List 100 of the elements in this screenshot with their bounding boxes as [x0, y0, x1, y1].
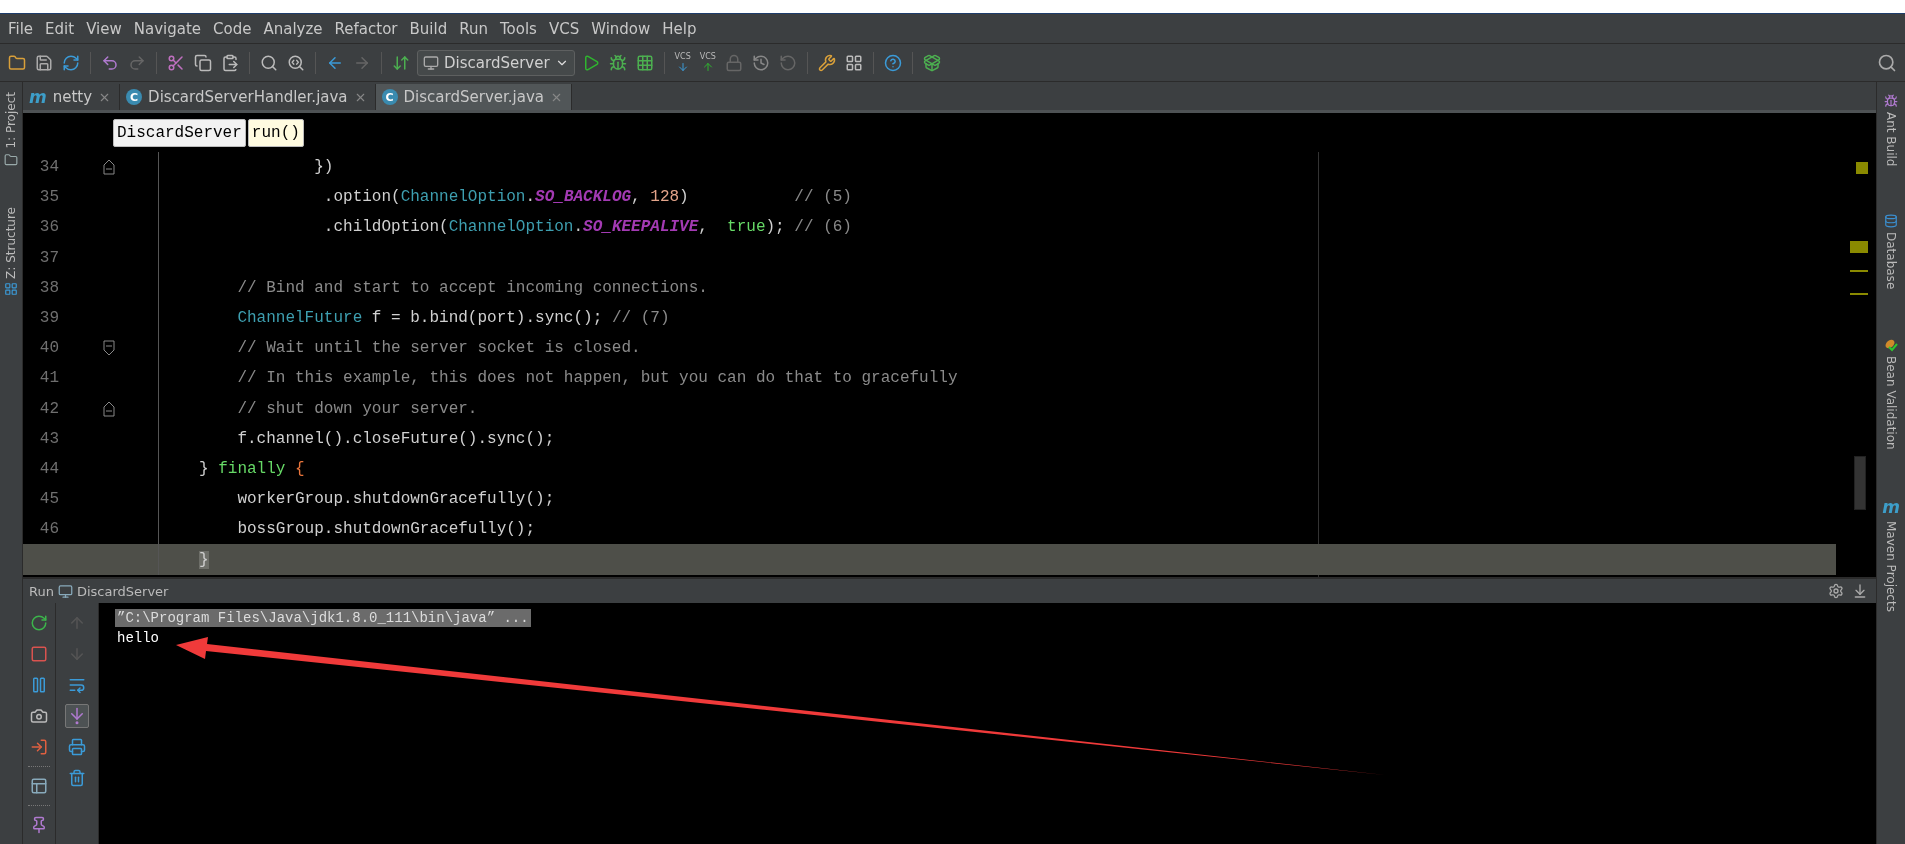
fold-marker-icon[interactable]: [102, 340, 115, 357]
line-number: 42: [38, 399, 59, 418]
menu-item[interactable]: Edit: [39, 19, 81, 38]
menu-item[interactable]: View: [80, 19, 128, 38]
search-icon: [260, 53, 278, 72]
warning-marker[interactable]: [1850, 241, 1868, 253]
wrap-icon: [68, 676, 86, 694]
code-line: // shut down your server.: [236, 399, 478, 418]
code-line: }): [313, 158, 334, 177]
editor-tab[interactable]: m netty: [23, 84, 121, 110]
tool-window-button[interactable]: Z: Structure: [4, 204, 18, 299]
arrow-up-icon: [701, 60, 714, 73]
printer-icon: [68, 738, 86, 756]
warning-marker[interactable]: [1850, 270, 1868, 272]
tool-window-button[interactable]: Database: [1884, 212, 1898, 292]
menu-item[interactable]: Window: [585, 19, 657, 38]
ant-icon: [1884, 94, 1898, 108]
tool-window-button[interactable]: Bean Validation: [1884, 335, 1898, 452]
menu-item[interactable]: Code: [207, 19, 258, 38]
menu-item[interactable]: Refactor: [328, 19, 404, 38]
tool-window-button[interactable]: 1: Project: [4, 90, 18, 169]
code-line: bossGroup.shutdownGracefully();: [236, 520, 536, 539]
warning-marker[interactable]: [1856, 162, 1868, 174]
line-number: 40: [38, 339, 59, 358]
tab-label: DiscardServer.java: [403, 88, 544, 106]
module-icon: m: [29, 87, 47, 107]
scroll-to-end-button[interactable]: [65, 704, 89, 728]
breadcrumb[interactable]: run(): [247, 118, 304, 147]
layout-icon: [30, 777, 48, 795]
wrench-icon: [817, 53, 836, 72]
search-icon: [1877, 52, 1897, 73]
redo-icon: [128, 53, 146, 72]
line-number: 44: [38, 459, 59, 478]
scroll-end-icon: [68, 707, 86, 725]
line-number: 36: [38, 218, 59, 237]
revert-icon: [778, 53, 797, 72]
vcs-update-button[interactable]: VCS: [672, 50, 693, 75]
code-line: // Wait until the server socket is closed.: [236, 339, 641, 358]
code-line: // In this example, this does not happen, but you can do that to gracefully: [236, 369, 958, 388]
menu-item[interactable]: Tools: [493, 19, 543, 38]
gear-icon: [1828, 583, 1844, 599]
fold-marker-icon[interactable]: [102, 400, 115, 417]
code-line: .option(ChannelOption.SO_BACKLOG, 128) // (5): [322, 188, 852, 207]
undo-icon: [101, 53, 119, 72]
breadcrumb[interactable]: DiscardServer: [113, 118, 246, 147]
grid-icon: [844, 53, 863, 72]
code-line: workerGroup.shutdownGracefully();: [236, 490, 555, 509]
exit-icon: [30, 738, 48, 756]
run-config-name: DiscardServer: [76, 583, 169, 599]
line-number: 46: [38, 520, 59, 539]
pin-icon: [30, 816, 48, 834]
editor-tab[interactable]: C DiscardServer.java: [375, 84, 572, 110]
window-icon: [57, 583, 73, 599]
scrollbar-thumb[interactable]: [1854, 456, 1866, 510]
code-line: .childOption(ChannelOption.SO_KEEPALIVE, true); // (6): [322, 218, 852, 237]
tab-label: DiscardServerHandler.java: [148, 88, 348, 106]
run-config-dropdown[interactable]: DiscardServer: [417, 49, 575, 76]
help-icon: [883, 53, 902, 72]
bean-check-icon: [1884, 337, 1898, 352]
lock-icon: [724, 53, 743, 72]
fold-marker-icon[interactable]: [102, 159, 115, 176]
menu-item[interactable]: Navigate: [127, 19, 208, 38]
line-number: 38: [38, 278, 59, 297]
bug-icon: [608, 53, 627, 72]
copy-icon: [194, 53, 212, 72]
menu-item[interactable]: File: [2, 19, 40, 38]
tool-window-button[interactable]: m Maven Projects: [1882, 495, 1900, 615]
line-number: 37: [38, 248, 59, 267]
structure-icon: [4, 282, 18, 297]
tool-window-button[interactable]: Ant Build: [1884, 92, 1898, 169]
class-icon: C: [126, 89, 143, 105]
menu-item[interactable]: VCS: [542, 19, 586, 38]
database-icon: [1884, 214, 1898, 229]
build-icon: [392, 53, 410, 72]
class-icon: C: [381, 89, 398, 105]
line-number: 39: [38, 309, 59, 328]
pause-icon: [30, 676, 48, 694]
line-number: 34: [38, 158, 59, 177]
menu-item[interactable]: Analyze: [257, 19, 329, 38]
menu-item[interactable]: Build: [403, 19, 454, 38]
warning-marker[interactable]: [1850, 293, 1868, 295]
menu-item[interactable]: Help: [656, 19, 703, 38]
settings-button[interactable]: [1826, 581, 1846, 601]
folder-icon: [8, 53, 26, 72]
line-number: 35: [38, 188, 59, 207]
menu-item[interactable]: Run: [453, 19, 494, 38]
editor-tab[interactable]: C DiscardServerHandler.java: [120, 84, 376, 110]
vcs-commit-button[interactable]: VCS: [697, 50, 718, 75]
camera-icon: [30, 707, 48, 725]
paste-icon: [221, 53, 239, 72]
stop-icon: [30, 645, 48, 663]
line-number: 45: [38, 490, 59, 509]
folder-icon: [4, 152, 18, 167]
panel-title: Run: [29, 583, 54, 599]
line-number: 43: [38, 429, 59, 448]
code-line: // Bind and start to accept incoming connections.: [236, 278, 708, 297]
code-line: f.channel().closeFuture().sync();: [236, 429, 555, 448]
tab-label: netty: [52, 88, 93, 106]
cut-icon: [167, 53, 185, 72]
trash-icon: [68, 769, 86, 787]
